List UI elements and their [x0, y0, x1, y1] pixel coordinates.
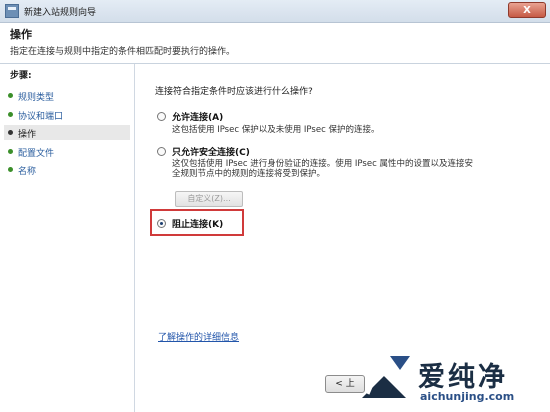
steps-title: 步骤: [10, 71, 32, 81]
sidebar-item-protocol-ports[interactable]: 协议和端口 [4, 107, 130, 122]
learn-more-link[interactable]: 了解操作的详细信息 [158, 330, 239, 343]
watermark-url: aichunjing.com [420, 390, 515, 403]
step-bullet-icon [8, 167, 13, 172]
close-button[interactable]: X [508, 2, 546, 18]
allow-secure-description-1: 这仅包括使用 IPsec 进行身份验证的连接。使用 IPsec 属性中的设置以及… [172, 159, 473, 169]
action-question: 连接符合指定条件时应该进行什么操作? [155, 87, 313, 97]
allow-connection-description: 这包括使用 IPsec 保护以及未使用 IPsec 保护的连接。 [172, 125, 380, 135]
allow-secure-description-2: 全规则节点中的规则的连接将受到保护。 [172, 169, 326, 179]
sidebar-item-label: 规则类型 [18, 93, 55, 103]
page-title: 操作 [10, 28, 32, 41]
allow-secure-label[interactable]: 只允许安全连接(C) [172, 145, 250, 158]
sidebar-item-label: 操作 [18, 130, 37, 140]
step-bullet-icon [8, 130, 13, 135]
watermark: 爱纯净 aichunjing.com [356, 352, 546, 408]
page-description: 指定在连接与规则中指定的条件相匹配时要执行的操作。 [10, 47, 236, 57]
sidebar-item-profile[interactable]: 配置文件 [4, 144, 130, 159]
steps-sidebar: 步骤: 规则类型 协议和端口 操作 配置文件 名称 [0, 64, 135, 412]
sidebar-item-name[interactable]: 名称 [4, 162, 130, 177]
sidebar-item-label: 协议和端口 [18, 112, 64, 122]
page-header: 操作 指定在连接与规则中指定的条件相匹配时要执行的操作。 [0, 23, 550, 64]
firewall-app-icon [5, 4, 19, 18]
sidebar-item-rule-type[interactable]: 规则类型 [4, 88, 130, 103]
allow-connection-label[interactable]: 允许连接(A) [172, 110, 223, 123]
window-title: 新建入站规则向导 [24, 8, 97, 18]
sidebar-item-label: 配置文件 [18, 149, 55, 159]
allow-connection-radio[interactable] [157, 112, 166, 121]
title-bar: 新建入站规则向导 X [0, 0, 550, 23]
customize-button[interactable]: 自定义(Z)... [175, 191, 243, 207]
sidebar-item-action[interactable]: 操作 [4, 125, 130, 140]
step-bullet-icon [8, 149, 13, 154]
allow-secure-radio[interactable] [157, 147, 166, 156]
block-connection-label[interactable]: 阻止连接(K) [172, 217, 223, 230]
watermark-text: 爱纯净 [418, 362, 508, 393]
watermark-logo-icon [362, 356, 410, 398]
block-connection-radio[interactable] [157, 219, 166, 228]
step-bullet-icon [8, 112, 13, 117]
step-bullet-icon [8, 93, 13, 98]
sidebar-item-label: 名称 [18, 167, 37, 177]
